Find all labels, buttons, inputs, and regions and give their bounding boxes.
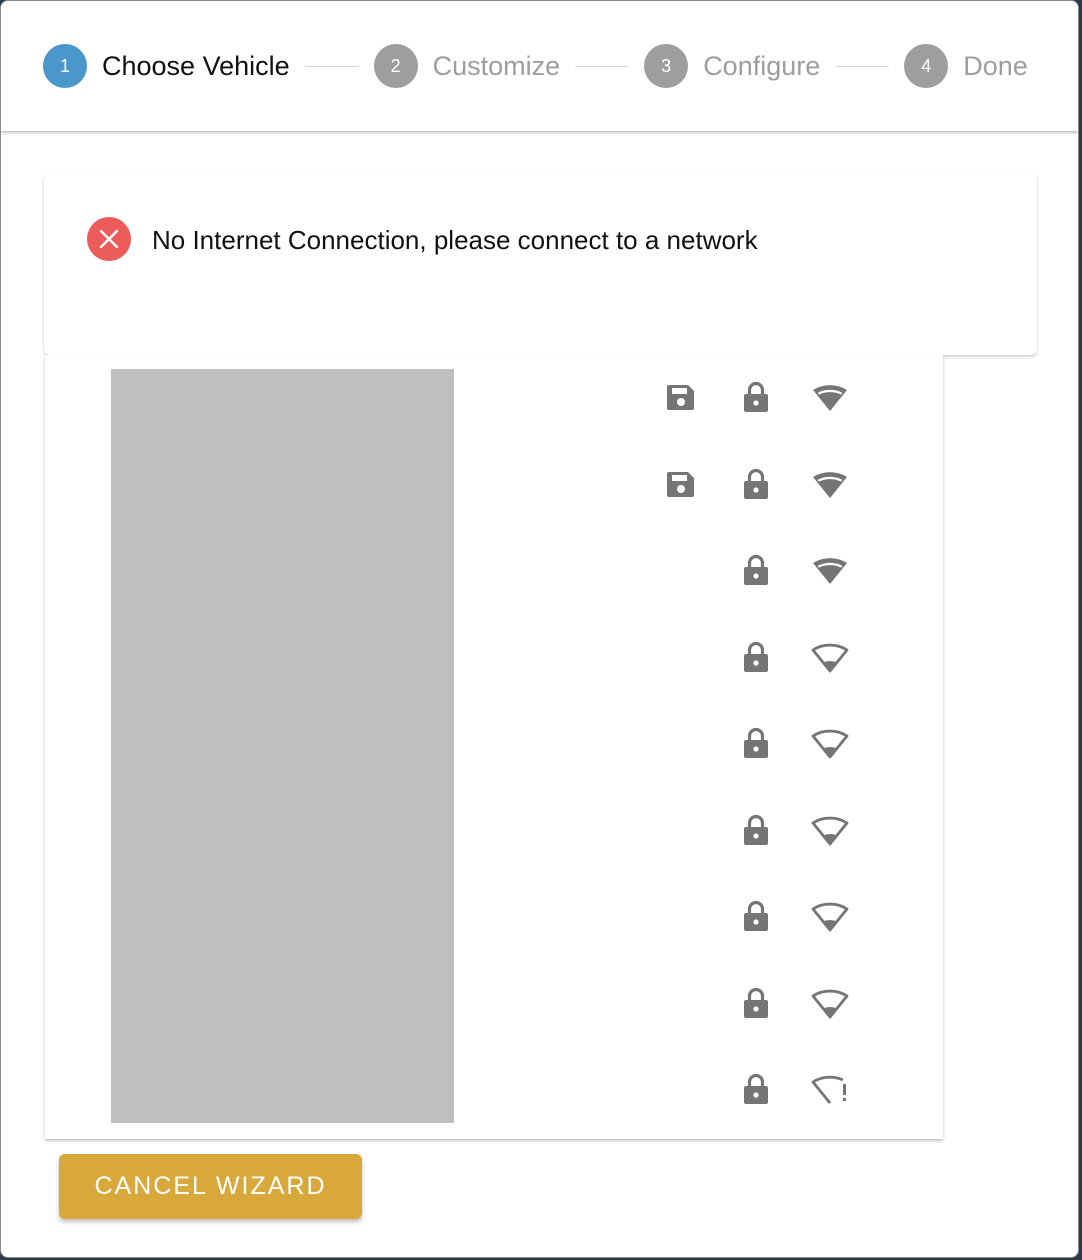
- wifi-signal-strong-icon: [810, 464, 850, 504]
- lock-icon: [736, 464, 776, 504]
- lock-icon: [736, 550, 776, 590]
- wifi-signal-weak-icon: [810, 983, 850, 1023]
- wifi-signal-weak-icon: [810, 723, 850, 763]
- network-row[interactable]: [45, 896, 943, 956]
- step-connector: [304, 65, 359, 67]
- saved-floppy-icon: [661, 377, 701, 417]
- step-number-badge: 3: [644, 44, 689, 88]
- error-x-circle-icon: [87, 217, 131, 261]
- step-choose-vehicle[interactable]: 1 Choose Vehicle: [43, 44, 290, 88]
- network-row[interactable]: [45, 1069, 943, 1129]
- lock-icon: [736, 637, 776, 677]
- wizard-dialog: 1 Choose Vehicle 2 Customize 3 Configure…: [0, 0, 1079, 1258]
- network-row[interactable]: [45, 810, 943, 870]
- step-done[interactable]: 4 Done: [904, 44, 1028, 88]
- lock-icon: [736, 810, 776, 850]
- wizard-stepper: 1 Choose Vehicle 2 Customize 3 Configure…: [1, 1, 1078, 131]
- wifi-signal-strong-icon: [810, 550, 850, 590]
- wifi-signal-weak-icon: [810, 810, 850, 850]
- step-number-badge: 4: [904, 44, 949, 88]
- step-customize[interactable]: 2 Customize: [373, 44, 561, 88]
- step-label: Customize: [432, 50, 561, 81]
- network-row[interactable]: [45, 377, 943, 437]
- step-number-badge: 2: [373, 44, 418, 88]
- wifi-signal-strong-icon: [810, 377, 850, 417]
- network-row[interactable]: [45, 464, 943, 524]
- network-row[interactable]: [45, 550, 943, 610]
- network-list: [45, 355, 943, 1139]
- step-label: Configure: [703, 50, 821, 81]
- step-label: Done: [963, 50, 1028, 81]
- lock-icon: [736, 983, 776, 1023]
- saved-floppy-icon: [661, 464, 701, 504]
- lock-icon: [736, 1069, 776, 1109]
- step-number-badge: 1: [43, 44, 87, 88]
- network-row[interactable]: [45, 723, 943, 783]
- wifi-signal-weak-icon: [810, 637, 850, 677]
- alert-message: No Internet Connection, please connect t…: [152, 225, 758, 255]
- lock-icon: [736, 377, 776, 417]
- cancel-wizard-button[interactable]: CANCEL WIZARD: [59, 1154, 362, 1219]
- wifi-signal-weak-icon: [810, 896, 850, 936]
- wifi-alert-icon: [810, 1069, 850, 1109]
- lock-icon: [736, 896, 776, 936]
- step-configure[interactable]: 3 Configure: [644, 44, 820, 88]
- network-row[interactable]: [45, 637, 943, 697]
- lock-icon: [736, 723, 776, 763]
- step-connector: [835, 65, 890, 67]
- no-connection-alert: No Internet Connection, please connect t…: [44, 173, 1037, 355]
- step-label: Choose Vehicle: [102, 50, 290, 81]
- network-row[interactable]: [45, 983, 943, 1043]
- step-connector: [575, 65, 630, 67]
